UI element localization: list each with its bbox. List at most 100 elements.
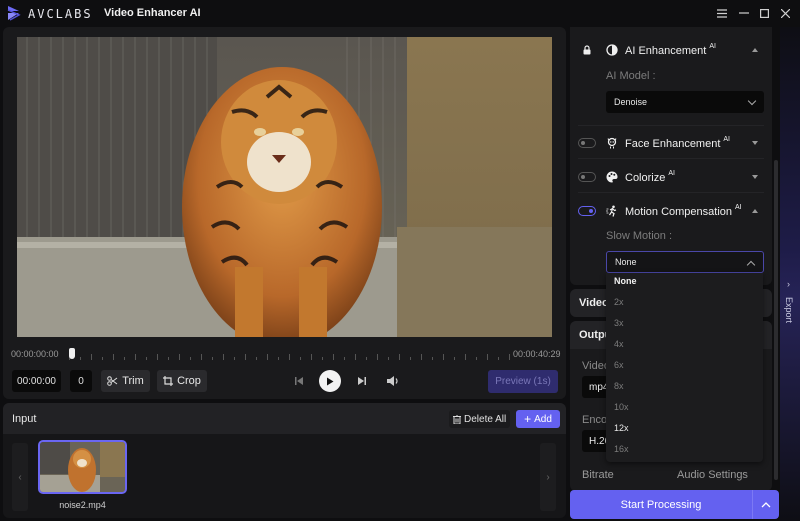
dropdown-option[interactable]: 8x: [614, 381, 624, 391]
minimize-icon[interactable]: [735, 5, 753, 21]
timeline-tick: [135, 354, 136, 360]
timeline-tick: [311, 354, 312, 360]
play-icon: [327, 377, 334, 385]
chevron-left-icon: ‹: [18, 471, 22, 483]
motion-compensation-toggle[interactable]: [578, 206, 596, 216]
timeline-tick: [509, 354, 510, 360]
timeline-tick: [256, 357, 257, 360]
export-label: Export: [784, 297, 794, 324]
timeline-tick: [245, 354, 246, 360]
timeline-tick: [344, 357, 345, 360]
tiger-video-frame: [17, 37, 552, 337]
file-name: noise2.mp4: [59, 500, 106, 510]
timeline-tick: [355, 354, 356, 360]
dropdown-option[interactable]: 3x: [614, 318, 624, 328]
skip-to-end-button[interactable]: [353, 372, 371, 390]
face-enhancement-row[interactable]: Face Enhancement AI: [570, 127, 772, 159]
plus-icon: +: [524, 412, 532, 426]
timeline-tick: [234, 357, 235, 360]
settings-scrollbar[interactable]: [774, 160, 778, 480]
dropdown-option[interactable]: 6x: [614, 360, 624, 370]
dropdown-option[interactable]: 10x: [614, 402, 629, 412]
collapse-caret-icon[interactable]: [752, 48, 758, 52]
timeline-tick: [223, 354, 224, 360]
timeline-tick: [410, 357, 411, 360]
chevron-right-icon: ›: [546, 471, 550, 483]
timeline-tick: [102, 357, 103, 360]
timeline-tick: [443, 354, 444, 360]
scroll-right-button[interactable]: ›: [540, 443, 556, 511]
frame-input[interactable]: 0: [70, 370, 92, 392]
skip-to-start-button[interactable]: [290, 372, 308, 390]
end-timecode: 00:00:40:29: [513, 349, 561, 359]
dropdown-option[interactable]: 2x: [614, 297, 624, 307]
audio-settings-label[interactable]: Audio Settings: [677, 469, 748, 481]
crop-button[interactable]: Crop: [157, 370, 207, 392]
add-button[interactable]: + Add: [516, 410, 560, 428]
maximize-icon[interactable]: [755, 5, 773, 21]
dropdown-option[interactable]: 16x: [614, 444, 629, 454]
ai-enhancement-label: AI Enhancement AI: [625, 43, 716, 57]
scroll-left-button[interactable]: ‹: [12, 443, 28, 511]
trash-icon: [453, 414, 461, 424]
file-thumbnail[interactable]: [38, 440, 127, 494]
chevron-up-icon: [746, 260, 756, 270]
input-header: Input Delete All + Add: [3, 403, 566, 434]
delete-all-label: Delete All: [464, 413, 507, 425]
slow-motion-value: None: [615, 257, 637, 267]
bitrate-label: Bitrate: [582, 469, 614, 481]
timeline-tick: [465, 354, 466, 360]
timeline-tick: [399, 354, 400, 360]
timeline-tick: [366, 357, 367, 360]
preview-pane: 00:00:00:00 00:00:40:29 00:00:00 0 Trim …: [3, 27, 566, 399]
timeline-tick: [476, 357, 477, 360]
ai-enhancement-row[interactable]: AI Enhancement AI: [570, 34, 772, 66]
dropdown-option[interactable]: 4x: [614, 339, 624, 349]
trim-label: Trim: [122, 375, 144, 387]
input-pane: Input Delete All + Add ‹ noise2.mp4 ›: [3, 403, 566, 518]
timeline-tick: [278, 357, 279, 360]
collapse-caret-icon[interactable]: [752, 209, 758, 213]
chevron-right-icon: ›: [787, 279, 790, 289]
motion-compensation-label: Motion Compensation AI: [625, 204, 742, 218]
start-processing-button[interactable]: Start Processing: [570, 490, 752, 519]
slow-motion-select[interactable]: None: [606, 251, 764, 273]
app-title: Video Enhancer AI: [104, 7, 201, 19]
time-input[interactable]: 00:00:00: [12, 370, 61, 392]
video-preview[interactable]: [17, 37, 552, 337]
motion-compensation-row[interactable]: Motion Compensation AI: [570, 195, 772, 227]
playhead-handle[interactable]: [69, 348, 75, 359]
export-tab[interactable]: › Export: [780, 27, 800, 521]
chevron-up-icon: [761, 501, 771, 507]
trim-button[interactable]: Trim: [101, 370, 150, 392]
volume-button[interactable]: [384, 372, 402, 390]
ai-model-select[interactable]: Denoise: [606, 91, 764, 113]
dropdown-option[interactable]: None: [614, 276, 637, 286]
crop-label: Crop: [177, 375, 201, 387]
timeline-tick: [212, 357, 213, 360]
timeline-tick: [179, 354, 180, 360]
timeline-tick: [498, 357, 499, 360]
timeline-tick: [432, 357, 433, 360]
delete-all-button[interactable]: Delete All: [449, 410, 511, 428]
menu-icon[interactable]: [713, 5, 731, 21]
avclabs-logo-icon: [7, 6, 21, 21]
timeline-tick: [289, 354, 290, 360]
dropdown-option[interactable]: 12x: [614, 423, 629, 433]
crop-icon: [163, 376, 174, 386]
palette-icon: [606, 171, 618, 183]
close-icon[interactable]: [776, 5, 794, 21]
start-options-button[interactable]: [752, 490, 779, 519]
expand-caret-icon[interactable]: [752, 175, 758, 179]
play-button[interactable]: [319, 370, 341, 392]
expand-caret-icon[interactable]: [752, 141, 758, 145]
timeline-tick: [146, 357, 147, 360]
title-bar: AVCLABS Video Enhancer AI: [0, 0, 800, 27]
timeline-scrubber[interactable]: [69, 348, 510, 360]
colorize-row[interactable]: Colorize AI: [570, 161, 772, 193]
brand-name: AVCLABS: [28, 7, 93, 21]
face-enhancement-toggle[interactable]: [578, 138, 596, 148]
timeline-tick: [124, 357, 125, 360]
colorize-toggle[interactable]: [578, 172, 596, 182]
preview-button[interactable]: Preview (1s): [488, 370, 558, 393]
